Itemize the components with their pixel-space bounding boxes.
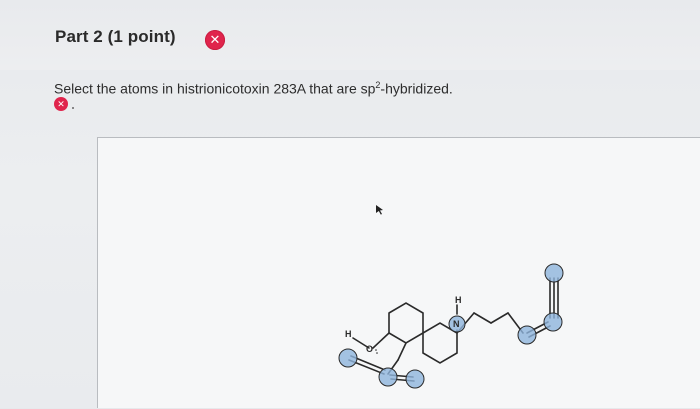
oxygen-lone-pairs	[375, 349, 378, 354]
prompt-text: Select the atoms in histrionicotoxin 283…	[54, 80, 376, 97]
selected-alkene-carbon-right-b[interactable]	[543, 312, 563, 332]
selected-alkyne-carbon-right[interactable]	[544, 263, 564, 283]
question-prompt: Select the atoms in histrionicotoxin 283…	[54, 80, 453, 97]
chain-bond-right-3	[490, 312, 509, 324]
selected-alkene-carbon-right-a[interactable]	[517, 325, 537, 345]
nh-hydrogen-label: H	[455, 295, 462, 305]
answer-error-x-icon: ✕	[54, 97, 68, 111]
selected-alkene-carbon-bottom-b[interactable]	[405, 369, 425, 389]
part-title: Part 2 (1 point)	[55, 27, 176, 46]
part-header: Part 2 (1 point) ✕	[0, 0, 700, 70]
selected-alkene-carbon-bottom-a[interactable]	[378, 367, 398, 387]
molecule-structure: H O H N	[338, 263, 564, 389]
left-ring	[388, 302, 424, 344]
error-x-icon: ✕	[205, 30, 225, 50]
molecule-drawing-canvas[interactable]: H O H N	[97, 137, 700, 408]
oxygen-label: O	[366, 344, 373, 354]
nitrogen-label: N	[453, 319, 460, 329]
selected-alkyne-carbon-bottom[interactable]	[338, 348, 358, 368]
chain-bond-right-2	[473, 312, 492, 324]
prompt-text-end: -hybridized.	[380, 80, 453, 97]
chain-bond-bottom-1	[397, 342, 407, 361]
oh-hydrogen-label: H	[345, 329, 352, 339]
status-dot	[72, 107, 74, 109]
carbon-oxygen-bond	[372, 332, 390, 349]
